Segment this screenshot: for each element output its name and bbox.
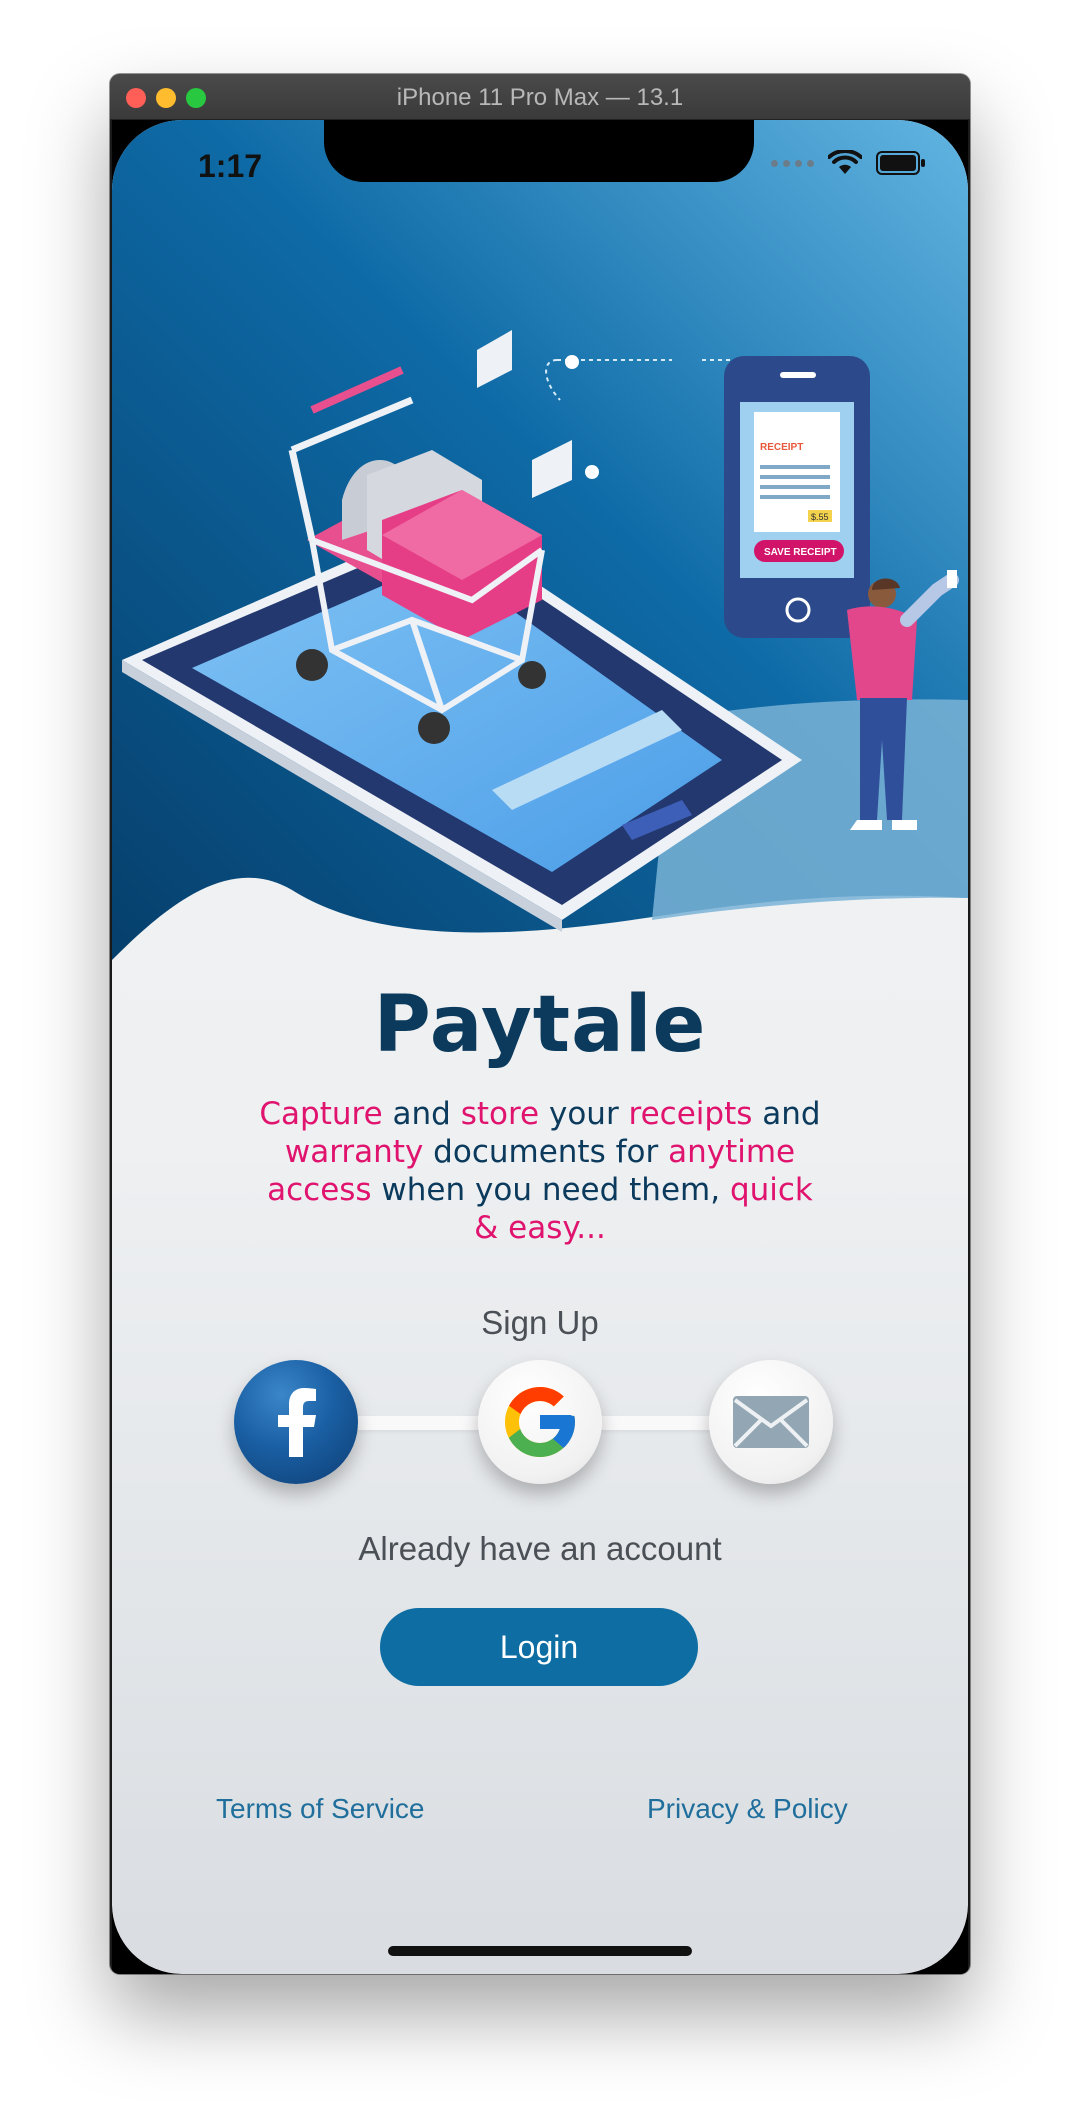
simulator-window: iPhone 11 Pro Max — 13.1 RECEIPT $.55 SA… (110, 74, 970, 1974)
signup-label: Sign Up (481, 1304, 599, 1341)
tagline-text: and (752, 1096, 821, 1132)
login-button[interactable]: Login (380, 1608, 698, 1686)
hero-illustration: RECEIPT $.55 SAVE RECEIPT (112, 120, 968, 960)
google-signup-button[interactable] (478, 1360, 602, 1484)
window-title: iPhone 11 Pro Max — 13.1 (396, 84, 684, 111)
account-prompt: Already have an account (358, 1530, 722, 1567)
wifi-icon (828, 150, 862, 174)
tagline-highlight: store (460, 1096, 540, 1132)
battery-icon (876, 151, 925, 175)
facebook-signup-button[interactable] (234, 1360, 358, 1484)
tagline-highlight: Capture (259, 1096, 383, 1132)
tagline: Capture and store your receipts and warr… (252, 1095, 828, 1247)
tagline-highlight: warranty (284, 1134, 424, 1170)
phone-screen: RECEIPT $.55 SAVE RECEIPT 1:17 Paytale C… (112, 120, 968, 1974)
receipt-heading: RECEIPT (760, 442, 803, 453)
social-signup-row (112, 1360, 968, 1490)
connector-line (598, 1416, 713, 1430)
cellular-signal-icon (771, 159, 814, 167)
tagline-text: and (382, 1096, 461, 1132)
tagline-highlight: receipts (628, 1096, 753, 1132)
status-time: 1:17 (198, 148, 263, 184)
tagline-text: your (539, 1096, 629, 1132)
tagline-text: when you need them, (371, 1172, 730, 1208)
save-receipt-label: SAVE RECEIPT (764, 547, 837, 558)
email-signup-button[interactable] (709, 1360, 833, 1484)
connector-line (352, 1416, 482, 1430)
facebook-icon (278, 1388, 316, 1457)
app-display: RECEIPT $.55 SAVE RECEIPT 1:17 Paytale C… (112, 120, 968, 1974)
status-icons (771, 150, 926, 176)
home-indicator[interactable] (388, 1946, 692, 1956)
google-icon (505, 1387, 575, 1457)
terms-of-service-link[interactable]: Terms of Service (216, 1793, 425, 1825)
mail-icon (733, 1396, 809, 1448)
tagline-text: documents for (423, 1134, 669, 1170)
window-titlebar: iPhone 11 Pro Max — 13.1 (110, 74, 970, 120)
app-title: Paytale (373, 980, 707, 1070)
receipt-amount: $.55 (811, 512, 829, 522)
privacy-policy-link[interactable]: Privacy & Policy (647, 1793, 848, 1825)
device-notch (324, 120, 754, 182)
